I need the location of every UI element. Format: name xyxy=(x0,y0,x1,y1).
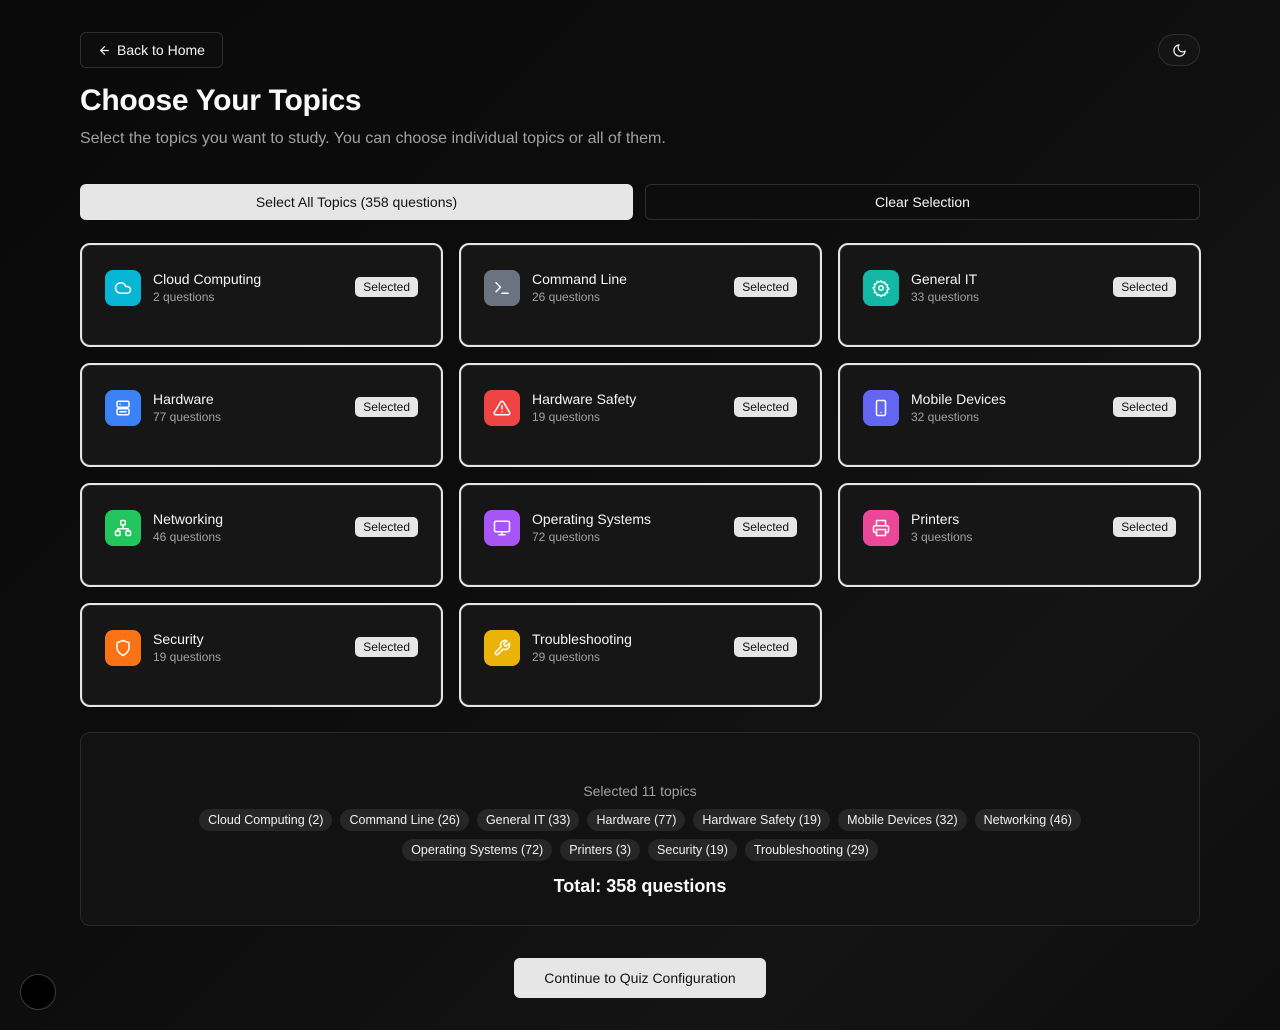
topic-question-count: 33 questions xyxy=(911,290,980,304)
summary-chips-row: Operating Systems (72) Printers (3) Secu… xyxy=(81,839,1199,861)
topic-name: Hardware xyxy=(153,391,214,407)
topic-name: Cloud Computing xyxy=(153,271,262,287)
topic-chip: Hardware Safety (19) xyxy=(693,809,831,831)
topic-chip: Troubleshooting (29) xyxy=(744,839,878,861)
topic-card-security[interactable]: Security 19 questions Selected xyxy=(80,603,443,707)
topic-question-count: 72 questions xyxy=(532,530,601,544)
selected-badge: Selected xyxy=(734,277,797,297)
topic-question-count: 3 questions xyxy=(911,530,973,544)
topic-question-count: 32 questions xyxy=(911,410,980,424)
selected-badge: Selected xyxy=(734,517,797,537)
server-icon xyxy=(105,390,141,426)
clear-selection-button[interactable]: Clear Selection xyxy=(645,184,1200,220)
selected-badge: Selected xyxy=(355,637,418,657)
back-to-home-button[interactable]: Back to Home xyxy=(80,32,223,68)
selection-summary-panel: Selected 11 topics Cloud Computing (2) C… xyxy=(80,732,1200,926)
selected-badge: Selected xyxy=(1113,277,1176,297)
topic-chip: Mobile Devices (32) xyxy=(838,809,967,831)
topic-question-count: 29 questions xyxy=(532,650,601,664)
gear-icon xyxy=(863,270,899,306)
topic-question-count: 46 questions xyxy=(153,530,222,544)
topic-card-cloud-computing[interactable]: Cloud Computing 2 questions Selected xyxy=(80,243,443,347)
selected-badge: Selected xyxy=(1113,397,1176,417)
topic-name: Printers xyxy=(911,511,960,527)
topic-question-count: 77 questions xyxy=(153,410,222,424)
total-questions: Total: 358 questions xyxy=(553,876,727,896)
topic-name: Operating Systems xyxy=(532,511,652,527)
continue-to-quiz-configuration-button[interactable]: Continue to Quiz Configuration xyxy=(514,958,766,998)
wrench-icon xyxy=(484,630,520,666)
topic-card-networking[interactable]: Networking 46 questions Selected xyxy=(80,483,443,587)
back-button-label: Back to Home xyxy=(117,42,205,58)
topic-chip: General IT (33) xyxy=(476,809,580,831)
page-title: Choose Your Topics xyxy=(80,84,362,117)
topic-name: Troubleshooting xyxy=(532,631,632,647)
topic-question-count: 26 questions xyxy=(532,290,601,304)
monitor-icon xyxy=(484,510,520,546)
network-icon xyxy=(105,510,141,546)
printer-icon xyxy=(863,510,899,546)
topic-question-count: 19 questions xyxy=(153,650,222,664)
topic-name: Mobile Devices xyxy=(911,391,1006,407)
selected-badge: Selected xyxy=(355,397,418,417)
topic-chip: Security (19) xyxy=(648,839,737,861)
selected-badge: Selected xyxy=(734,397,797,417)
selected-badge: Selected xyxy=(355,277,418,297)
floating-action-button[interactable] xyxy=(20,974,56,1010)
topic-chip: Command Line (26) xyxy=(340,809,469,831)
cloud-icon xyxy=(105,270,141,306)
moon-icon xyxy=(1172,43,1186,57)
topic-name: General IT xyxy=(911,271,978,287)
selected-topics-caption: Selected 11 topics xyxy=(583,783,697,799)
selected-badge: Selected xyxy=(734,637,797,657)
arrow-left-icon xyxy=(100,45,109,55)
topic-card-command-line[interactable]: Command Line 26 questions Selected xyxy=(459,243,822,347)
terminal-icon xyxy=(484,270,520,306)
topic-chip: Cloud Computing (2) xyxy=(199,809,333,831)
topic-card-printers[interactable]: Printers 3 questions Selected xyxy=(838,483,1201,587)
topic-question-count: 19 questions xyxy=(532,410,601,424)
topic-card-general-it[interactable]: General IT 33 questions Selected xyxy=(838,243,1201,347)
topic-card-hardware-safety[interactable]: Hardware Safety 19 questions Selected xyxy=(459,363,822,467)
topic-chip: Hardware (77) xyxy=(587,809,686,831)
selected-badge: Selected xyxy=(355,517,418,537)
warning-icon xyxy=(484,390,520,426)
page-subtitle: Select the topics you want to study. You… xyxy=(80,130,666,147)
topic-grid: Cloud Computing 2 questions Selected Com… xyxy=(80,243,1201,707)
topic-chip: Networking (46) xyxy=(974,809,1081,831)
summary-chips-row: Cloud Computing (2) Command Line (26) Ge… xyxy=(81,809,1199,831)
topic-card-troubleshooting[interactable]: Troubleshooting 29 questions Selected xyxy=(459,603,822,707)
topic-card-operating-systems[interactable]: Operating Systems 72 questions Selected xyxy=(459,483,822,587)
topic-name: Security xyxy=(153,631,204,647)
topic-card-hardware[interactable]: Hardware 77 questions Selected xyxy=(80,363,443,467)
topic-name: Command Line xyxy=(532,271,627,287)
theme-toggle-button[interactable] xyxy=(1158,34,1200,66)
topic-chip: Printers (3) xyxy=(560,839,641,861)
selected-badge: Selected xyxy=(1113,517,1176,537)
shield-icon xyxy=(105,630,141,666)
topic-name: Hardware Safety xyxy=(532,391,637,407)
topic-chip: Operating Systems (72) xyxy=(402,839,553,861)
tablet-icon xyxy=(863,390,899,426)
select-all-topics-button[interactable]: Select All Topics (358 questions) xyxy=(80,184,633,220)
topic-card-mobile-devices[interactable]: Mobile Devices 32 questions Selected xyxy=(838,363,1201,467)
topic-name: Networking xyxy=(153,511,224,527)
topic-question-count: 2 questions xyxy=(153,290,215,304)
